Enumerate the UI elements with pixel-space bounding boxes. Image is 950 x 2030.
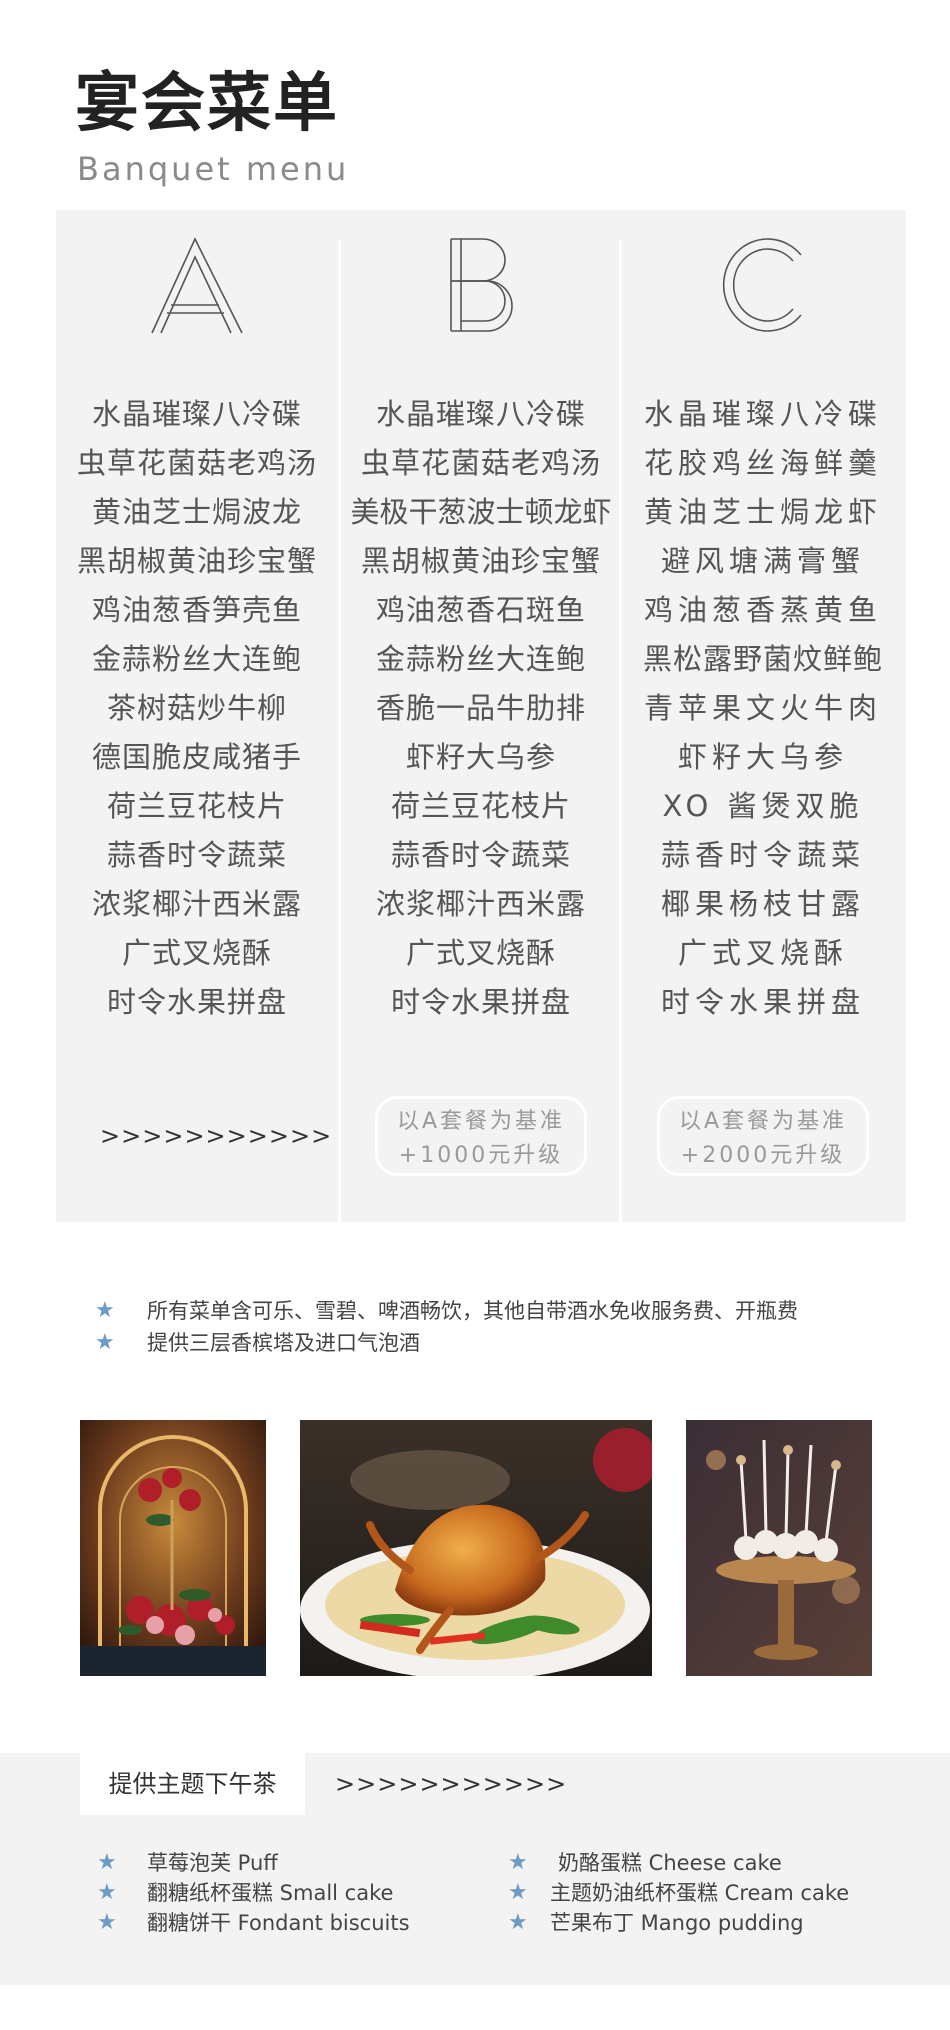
- dish-item: 黄油芝士焗波龙: [91, 495, 302, 529]
- dish-item: 虫草花菌菇老鸡汤: [76, 446, 317, 480]
- note-text: 所有菜单含可乐、雪碧、啤酒畅饮，其他自带酒水免收服务费、开瓶费: [147, 1299, 798, 1323]
- dish-item: 香脆一品牛肋排: [375, 691, 586, 725]
- dish-list: 水晶璀璨八冷碟 虫草花菌菇老鸡汤 黄油芝士焗波龙 黑胡椒黄油珍宝蟹 鸡油葱香笋壳…: [56, 390, 338, 1027]
- dish-item: 荷兰豆花枝片: [106, 789, 287, 823]
- star-icon: ★: [97, 1910, 117, 1935]
- dish-item: 茶树菇炒牛柳: [106, 691, 287, 725]
- dish-item: 避风塘满膏蟹: [660, 544, 865, 578]
- dish-item: 时令水果拼盘: [660, 985, 865, 1019]
- tea-list-right: ★ 奶酪蛋糕 Cheese cake ★ 主题奶油纸杯蛋糕 Cream cake ★…: [508, 1848, 849, 1938]
- dish-item: 黑胡椒黄油珍宝蟹: [360, 544, 601, 578]
- note-text: 提供三层香槟塔及进口气泡酒: [147, 1331, 420, 1355]
- dish-item: 水晶璀璨八冷碟: [643, 397, 882, 431]
- star-icon: ★: [508, 1850, 528, 1875]
- floral-photo: [80, 1420, 266, 1676]
- star-icon: ★: [97, 1880, 117, 1905]
- star-icon: ★: [508, 1880, 528, 1905]
- menu-b: B 水晶璀璨八冷碟 虫草花菌菇老鸡汤 美极干葱波士顿龙虾 黑胡椒黄油珍宝蟹 鸡油…: [340, 210, 622, 1222]
- upgrade-line: 以A套餐为基准: [678, 1109, 848, 1134]
- dish-item: 蒜香时令蔬菜: [660, 838, 865, 872]
- afternoon-tea-section: 提供主题下午茶 >>>>>>>>>>> ★ 草莓泡芙 Puff ★ 翻糖纸杯蛋糕 S…: [0, 1753, 950, 1985]
- tea-item: ★ 芒果布丁 Mango pudding: [508, 1908, 849, 1938]
- menu-panel: A 水晶璀璨八冷碟 虫草花菌菇老鸡汤 黄油芝士焗波龙 黑胡椒黄油珍宝蟹 鸡油葱香…: [56, 210, 906, 1222]
- tea-item-label: 奶酪蛋糕 Cheese cake: [558, 1851, 782, 1875]
- more-arrows: >>>>>>>>>>>: [335, 1770, 568, 1798]
- dish-item: 虾籽大乌参: [405, 740, 556, 774]
- dish-item: 黑胡椒黄油珍宝蟹: [76, 544, 317, 578]
- tea-item-label: 翻糖饼干 Fondant biscuits: [147, 1911, 410, 1935]
- cake-pops-photo: [686, 1420, 872, 1676]
- crab-photo: [300, 1420, 652, 1676]
- upgrade-badge: 以A套餐为基准 +2000元升级: [657, 1096, 869, 1176]
- letter-b-icon: B: [450, 238, 513, 332]
- dish-item: 金蒜粉丝大连鲍: [375, 642, 586, 676]
- star-icon: ★: [508, 1910, 528, 1935]
- page-title: 宴会菜单: [75, 67, 339, 141]
- dish-item: 花胶鸡丝海鲜羹: [643, 446, 882, 480]
- tea-item: ★ 翻糖饼干 Fondant biscuits: [97, 1908, 410, 1938]
- dish-list: 水晶璀璨八冷碟 花胶鸡丝海鲜羹 黄油芝士焗龙虾 避风塘满膏蟹 鸡油葱香蒸黄鱼 黑…: [622, 390, 904, 1027]
- dish-item: 时令水果拼盘: [390, 985, 571, 1019]
- menu-a: A 水晶璀璨八冷碟 虫草花菌菇老鸡汤 黄油芝士焗波龙 黑胡椒黄油珍宝蟹 鸡油葱香…: [56, 210, 338, 1222]
- more-arrows: >>>>>>>>>>>: [100, 1122, 333, 1150]
- dish-item: 鸡油葱香笋壳鱼: [91, 593, 302, 627]
- dish-item: 广式叉烧酥: [677, 936, 848, 970]
- dish-item: 美极干葱波士顿龙虾: [350, 495, 612, 529]
- upgrade-line: +2000元升级: [680, 1143, 846, 1168]
- dish-item: 水晶璀璨八冷碟: [91, 397, 302, 431]
- dish-item: 浓浆椰汁西米露: [375, 887, 586, 921]
- star-icon: ★: [95, 1330, 115, 1355]
- dish-item: 鸡油葱香石斑鱼: [375, 593, 586, 627]
- note-item: ★ 所有菜单含可乐、雪碧、啤酒畅饮，其他自带酒水免收服务费、开瓶费: [95, 1295, 798, 1327]
- dish-list: 水晶璀璨八冷碟 虫草花菌菇老鸡汤 美极干葱波士顿龙虾 黑胡椒黄油珍宝蟹 鸡油葱香…: [340, 390, 622, 1027]
- upgrade-line: +1000元升级: [398, 1143, 564, 1168]
- dish-item: 椰果杨枝甘露: [660, 887, 865, 921]
- dish-item: 虾籽大乌参: [677, 740, 848, 774]
- note-item: ★ 提供三层香槟塔及进口气泡酒: [95, 1327, 798, 1359]
- tea-item-label: 翻糖纸杯蛋糕 Small cake: [147, 1881, 394, 1905]
- dish-item: 黄油芝士焗龙虾: [643, 495, 882, 529]
- tea-item-label: 草莓泡芙 Puff: [147, 1851, 278, 1875]
- tea-item-label: 主题奶油纸杯蛋糕 Cream cake: [550, 1881, 850, 1905]
- star-icon: ★: [97, 1850, 117, 1875]
- notes-list: ★ 所有菜单含可乐、雪碧、啤酒畅饮，其他自带酒水免收服务费、开瓶费 ★ 提供三层…: [95, 1295, 798, 1359]
- dish-item: 荷兰豆花枝片: [390, 789, 571, 823]
- dish-item: 青苹果文火牛肉: [643, 691, 882, 725]
- dish-item: 浓浆椰汁西米露: [91, 887, 302, 921]
- dish-item: 虫草花菌菇老鸡汤: [360, 446, 601, 480]
- dish-item: 蒜香时令蔬菜: [390, 838, 571, 872]
- dish-item: 鸡油葱香蒸黄鱼: [643, 593, 882, 627]
- tea-list-left: ★ 草莓泡芙 Puff ★ 翻糖纸杯蛋糕 Small cake ★ 翻糖饼干 Fond…: [97, 1848, 410, 1938]
- upgrade-badge: 以A套餐为基准 +1000元升级: [375, 1096, 587, 1176]
- dish-item: 广式叉烧酥: [405, 936, 556, 970]
- afternoon-tea-tag: 提供主题下午茶: [80, 1753, 305, 1815]
- tea-item: ★ 奶酪蛋糕 Cheese cake: [508, 1848, 849, 1878]
- page-subtitle: Banquet menu: [77, 150, 350, 188]
- dish-item: 时令水果拼盘: [106, 985, 287, 1019]
- dish-item: 黑松露野菌炆鲜鲍: [642, 642, 883, 676]
- tea-item-label: 芒果布丁 Mango pudding: [550, 1911, 804, 1935]
- dish-item: 广式叉烧酥: [121, 936, 272, 970]
- upgrade-line: 以A套餐为基准: [396, 1109, 566, 1134]
- dish-item: 蒜香时令蔬菜: [106, 838, 287, 872]
- dish-item: XO 酱煲双脆: [662, 789, 864, 823]
- tea-item: ★ 草莓泡芙 Puff: [97, 1848, 410, 1878]
- menu-c: C 水晶璀璨八冷碟 花胶鸡丝海鲜羹 黄油芝士焗龙虾 避风塘满膏蟹 鸡油葱香蒸黄鱼…: [622, 210, 904, 1222]
- dish-item: 水晶璀璨八冷碟: [375, 397, 586, 431]
- letter-a-icon: A: [151, 237, 243, 334]
- tea-item: ★ 主题奶油纸杯蛋糕 Cream cake: [508, 1878, 849, 1908]
- tea-item: ★ 翻糖纸杯蛋糕 Small cake: [97, 1878, 410, 1908]
- star-icon: ★: [95, 1298, 115, 1323]
- dish-item: 金蒜粉丝大连鲍: [91, 642, 302, 676]
- letter-c-icon: C: [722, 238, 802, 332]
- dish-item: 德国脆皮咸猪手: [91, 740, 302, 774]
